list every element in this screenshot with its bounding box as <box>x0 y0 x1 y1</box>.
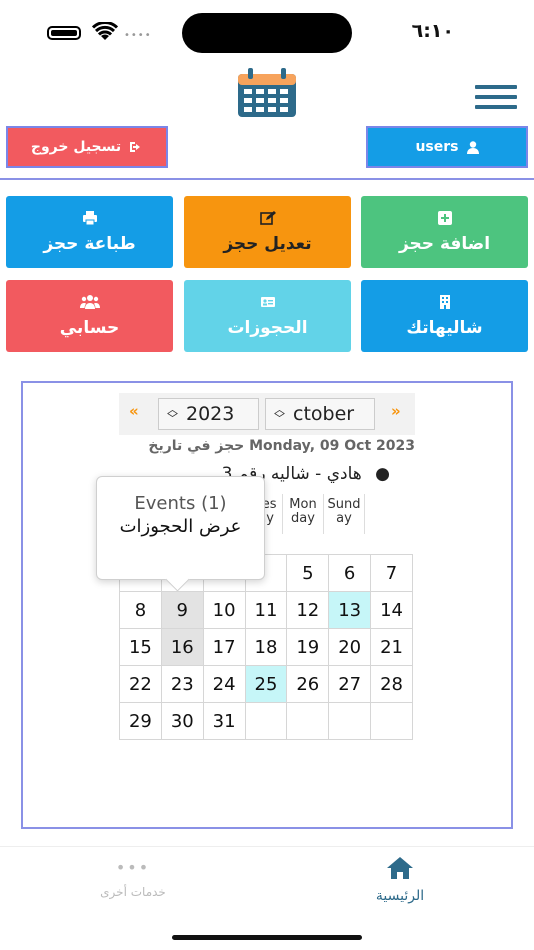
events-popover: Events (1) عرض الحجوزات <box>96 476 265 580</box>
home-icon <box>387 857 413 879</box>
calendar-day-22[interactable]: 22 <box>119 665 162 703</box>
calendar-day-10[interactable]: 10 <box>202 591 246 629</box>
add-booking-label: اضافة حجز <box>398 234 491 254</box>
print-booking-tile[interactable]: طباعة حجز <box>6 196 173 268</box>
calendar-grid: 5 6 7 8 9 10 11 12 13 14 15 16 17 18 19 20 21 22 23 24 25 26 2… <box>119 554 413 740</box>
users-label: users <box>415 139 459 155</box>
calendar-empty-cell <box>286 702 330 740</box>
account-label: حسابي <box>59 318 120 338</box>
building-icon <box>439 295 450 309</box>
weekday-sunday: Sund ay <box>324 494 365 534</box>
calendar-day-5[interactable]: 5 <box>286 554 330 592</box>
calendar-day-23[interactable]: 23 <box>160 665 204 703</box>
chevron-updown-icon: ︿ ﹀ <box>274 403 285 425</box>
calendar-day-6[interactable]: 6 <box>328 554 372 592</box>
chalets-label: شاليهاتك <box>406 318 483 338</box>
calendar-day-16[interactable]: 16 <box>160 628 204 666</box>
edit-booking-label: تعديل حجز <box>223 234 312 254</box>
dynamic-island <box>182 13 352 53</box>
add-booking-tile[interactable]: اضافة حجز <box>361 196 528 268</box>
id-card-icon <box>260 297 275 307</box>
calendar-week-row: 22 23 24 25 26 27 28 <box>119 665 413 703</box>
edit-icon <box>259 211 276 225</box>
calendar-week-row: 8 9 10 11 12 13 14 <box>119 591 413 629</box>
calendar-logo-icon <box>238 68 296 117</box>
month-value: ctober <box>293 403 355 425</box>
calendar-day-17[interactable]: 17 <box>202 628 246 666</box>
users-icon <box>79 295 100 309</box>
printer-icon <box>82 211 97 226</box>
calendar-day-26[interactable]: 26 <box>286 665 330 703</box>
calendar-day-18[interactable]: 18 <box>244 628 288 666</box>
nav-home[interactable]: الرئيسية <box>360 856 440 904</box>
status-time: ٦:١٠ <box>411 20 454 42</box>
bookings-tile[interactable]: الحجوزات <box>184 280 351 352</box>
logout-button[interactable]: تسجيل خروج <box>6 126 168 168</box>
calendar-empty-cell <box>328 702 372 740</box>
calendar-day-13[interactable]: 13 <box>328 591 372 629</box>
print-booking-label: طباعة حجز <box>43 234 136 254</box>
ellipsis-icon: ••• <box>115 858 151 877</box>
user-icon <box>466 140 479 154</box>
nav-more-services[interactable]: ••• خدمات أخرى <box>90 856 176 899</box>
logout-label: تسجيل خروج <box>30 139 122 155</box>
calendar-day-24[interactable]: 24 <box>202 665 246 703</box>
calendar-empty-cell <box>244 702 288 740</box>
calendar-day-20[interactable]: 20 <box>328 628 372 666</box>
calendar-week-row: 15 16 17 18 19 20 21 <box>119 628 413 666</box>
calendar-week-row: 29 30 31 <box>119 702 413 740</box>
calendar-day-15[interactable]: 15 <box>119 628 162 666</box>
prev-month-button[interactable]: « <box>129 402 139 420</box>
calendar-day-25[interactable]: 25 <box>244 665 288 703</box>
bullet-icon: ● <box>375 464 390 484</box>
signal-icon: •••• <box>124 30 152 41</box>
calendar-day-30[interactable]: 30 <box>160 702 204 740</box>
bottom-nav-divider <box>0 846 534 847</box>
nav-more-label: خدمات أخرى <box>100 885 166 899</box>
calendar-day-31[interactable]: 31 <box>202 702 246 740</box>
hamburger-menu-icon[interactable] <box>475 85 517 111</box>
home-indicator <box>172 935 362 940</box>
header-divider <box>0 178 534 180</box>
calendar-day-21[interactable]: 21 <box>370 628 413 666</box>
year-select[interactable]: ︿ ﹀ 2023 <box>158 398 259 430</box>
calendar-day-11[interactable]: 11 <box>244 591 288 629</box>
calendar-day-12[interactable]: 12 <box>286 591 330 629</box>
weekday-monday: Mon day <box>283 494 324 534</box>
calendar-day-7[interactable]: 7 <box>370 554 413 592</box>
status-bar: •••• ٦:١٠ <box>0 0 534 62</box>
calendar-day-14[interactable]: 14 <box>370 591 413 629</box>
calendar-day-28[interactable]: 28 <box>370 665 413 703</box>
wifi-icon <box>92 22 118 40</box>
popover-title: Events (1) <box>134 493 227 514</box>
calendar-day-29[interactable]: 29 <box>119 702 162 740</box>
calendar-day-27[interactable]: 27 <box>328 665 372 703</box>
account-tile[interactable]: حسابي <box>6 280 173 352</box>
nav-home-label: الرئيسية <box>375 888 425 904</box>
year-value: 2023 <box>186 403 235 425</box>
bookings-label: الحجوزات <box>227 318 308 338</box>
selected-date-label: حجز في تاريخ Monday, 09 Oct 2023 <box>148 438 415 454</box>
month-select[interactable]: ︿ ﹀ ctober <box>265 398 375 430</box>
users-button[interactable]: users <box>366 126 528 168</box>
calendar-day-9[interactable]: 9 <box>160 591 204 629</box>
next-month-button[interactable]: » <box>391 402 401 420</box>
calendar-empty-cell <box>370 702 413 740</box>
calendar-day-19[interactable]: 19 <box>286 628 330 666</box>
sign-out-icon <box>130 142 141 152</box>
view-bookings-link[interactable]: عرض الحجوزات <box>97 516 264 537</box>
battery-icon <box>47 26 81 40</box>
calendar-day-8[interactable]: 8 <box>119 591 162 629</box>
chevron-updown-icon: ︿ ﹀ <box>167 403 178 425</box>
edit-booking-tile[interactable]: تعديل حجز <box>184 196 351 268</box>
plus-square-icon <box>437 211 452 225</box>
chalets-tile[interactable]: شاليهاتك <box>361 280 528 352</box>
